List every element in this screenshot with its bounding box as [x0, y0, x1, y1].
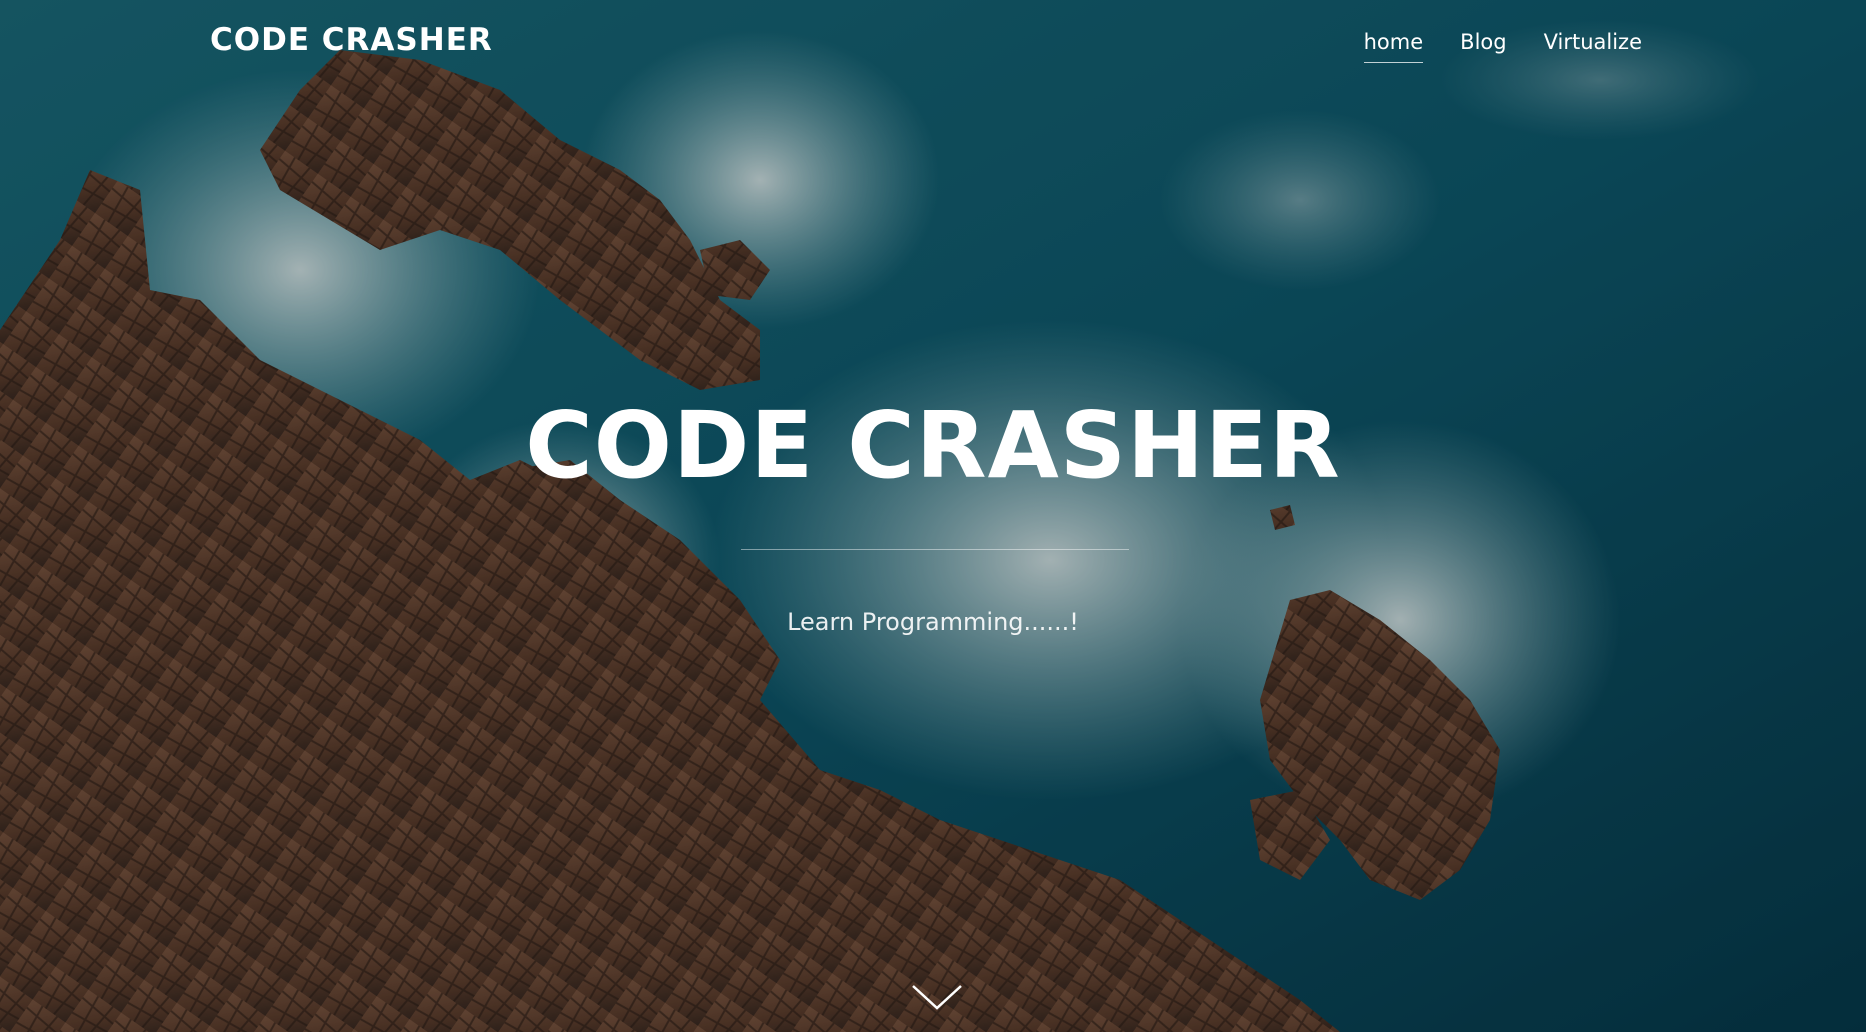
nav-link-home[interactable]: home — [1363, 30, 1423, 63]
hero-title: CODE CRASHER — [525, 392, 1341, 499]
hero-divider — [741, 549, 1129, 550]
navbar: CODE CRASHER home Blog Virtualize — [0, 0, 1866, 90]
nav-links: home Blog Virtualize — [1363, 30, 1642, 63]
hero-section: CODE CRASHER home Blog Virtualize CODE C… — [0, 0, 1866, 1032]
nav-link-blog[interactable]: Blog — [1460, 30, 1506, 63]
hero-overlay — [0, 0, 1866, 1032]
nav-link-virtualize[interactable]: Virtualize — [1544, 30, 1642, 63]
hero-subtitle: Learn Programming......! — [787, 608, 1079, 636]
chevron-down-icon[interactable] — [911, 982, 963, 1012]
brand-logo[interactable]: CODE CRASHER — [210, 22, 493, 58]
